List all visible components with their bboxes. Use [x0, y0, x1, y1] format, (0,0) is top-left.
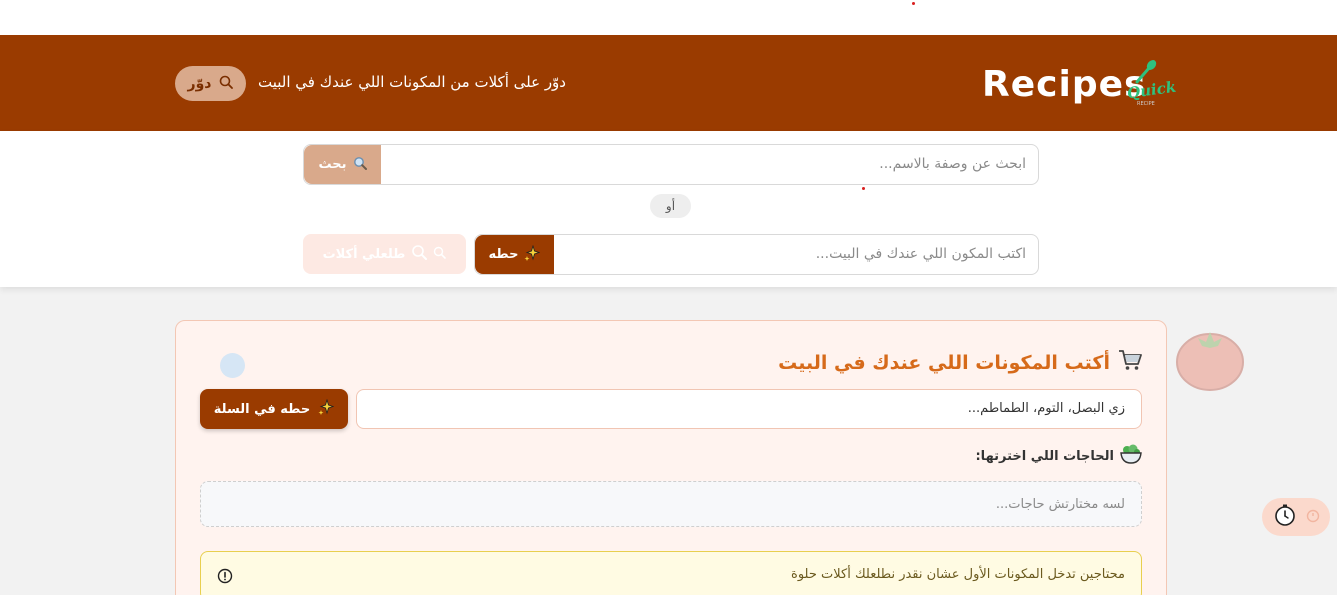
salad-bowl-icon: [1120, 444, 1142, 468]
search-section: ابحث عن وصفة بالاسم... بحث أو اكتب المكو…: [0, 131, 1337, 287]
header-search-button[interactable]: دوّر: [175, 66, 246, 101]
sparkles-icon: [318, 398, 335, 419]
header-tagline: دوّر على أكلات من المكونات اللي عندك في …: [258, 73, 566, 91]
search-icon: [433, 246, 447, 263]
chosen-items-box: لسه مختارتش حاجات...: [200, 481, 1142, 527]
name-search-placeholder: ابحث عن وصفة بالاسم...: [879, 156, 1026, 172]
timer-icon: [1305, 507, 1321, 527]
add-to-basket-label: حطه في السلة: [213, 401, 311, 417]
add-ingredient-label: حطه: [488, 247, 519, 262]
sparkles-icon: [524, 244, 541, 265]
name-search-button[interactable]: بحث: [304, 145, 381, 184]
ingredient-search-field[interactable]: اكتب المكون اللي عندك في البيت... حطه: [474, 234, 1039, 275]
add-to-basket-button[interactable]: حطه في السلة: [200, 389, 348, 429]
search-icon: [219, 75, 234, 93]
chosen-items-label: الحاجات اللي اخترتها:: [975, 444, 1142, 468]
decorative-dot: [912, 2, 915, 5]
chosen-items-label-text: الحاجات اللي اخترتها:: [975, 448, 1114, 464]
timer-button[interactable]: [1262, 498, 1330, 536]
panel-title-text: أكتب المكونات اللي عندك في البيت: [778, 351, 1110, 374]
header-search-button-label: دوّر: [187, 75, 212, 92]
warning-alert: محتاجين تدخل المكونات الأول عشان نقدر نط…: [200, 551, 1142, 595]
search-button-label: بحث: [318, 157, 347, 172]
panel-title: أكتب المكونات اللي عندك في البيت: [778, 349, 1142, 376]
ingredient-search-placeholder: اكتب المكون اللي عندك في البيت...: [815, 246, 1026, 262]
ingredients-panel: أكتب المكونات اللي عندك في البيت زي البص…: [175, 320, 1167, 595]
or-divider: أو: [650, 194, 691, 218]
name-search-field[interactable]: ابحث عن وصفة بالاسم... بحث: [303, 144, 1039, 185]
info-icon: [217, 568, 233, 588]
search-icon: [353, 156, 367, 174]
ingredient-input[interactable]: زي البصل، التوم، الطماطم...: [356, 389, 1142, 429]
find-meals-button[interactable]: طلعلي أكلات: [303, 234, 466, 274]
decorative-dot: [862, 187, 865, 190]
search-icon: [411, 244, 428, 264]
warning-text: محتاجين تدخل المكونات الأول عشان نقدر نط…: [791, 567, 1125, 582]
decorative-bubble: [220, 353, 245, 378]
site-logo[interactable]: Recipes Quick RECIPE: [980, 55, 1177, 115]
browser-top-strip: [0, 0, 1337, 35]
find-meals-label: طلعلي أكلات: [322, 246, 406, 262]
logo-text: Recipes: [982, 64, 1147, 105]
shopping-cart-icon: [1118, 349, 1142, 376]
chosen-items-empty: لسه مختارتش حاجات...: [995, 497, 1125, 512]
tomato-icon: [1176, 326, 1246, 396]
ingredient-input-placeholder: زي البصل، التوم، الطماطم...: [967, 401, 1125, 416]
add-ingredient-button[interactable]: حطه: [475, 235, 554, 274]
site-header: Recipes Quick RECIPE دوّر على أكلات من ا…: [0, 35, 1337, 131]
timer-icon: [1273, 503, 1297, 531]
logo-badge-sub: RECIPE: [1137, 101, 1155, 107]
